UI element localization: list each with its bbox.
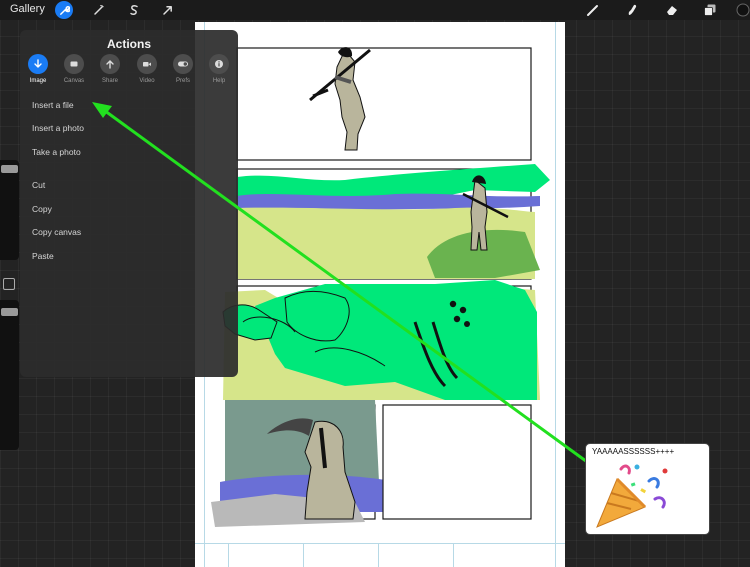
party-popper-icon — [596, 464, 668, 528]
annotation-note: YAAAAASSSSSS++++ — [585, 443, 710, 535]
annotation-caption: YAAAAASSSSSS++++ — [592, 447, 675, 456]
